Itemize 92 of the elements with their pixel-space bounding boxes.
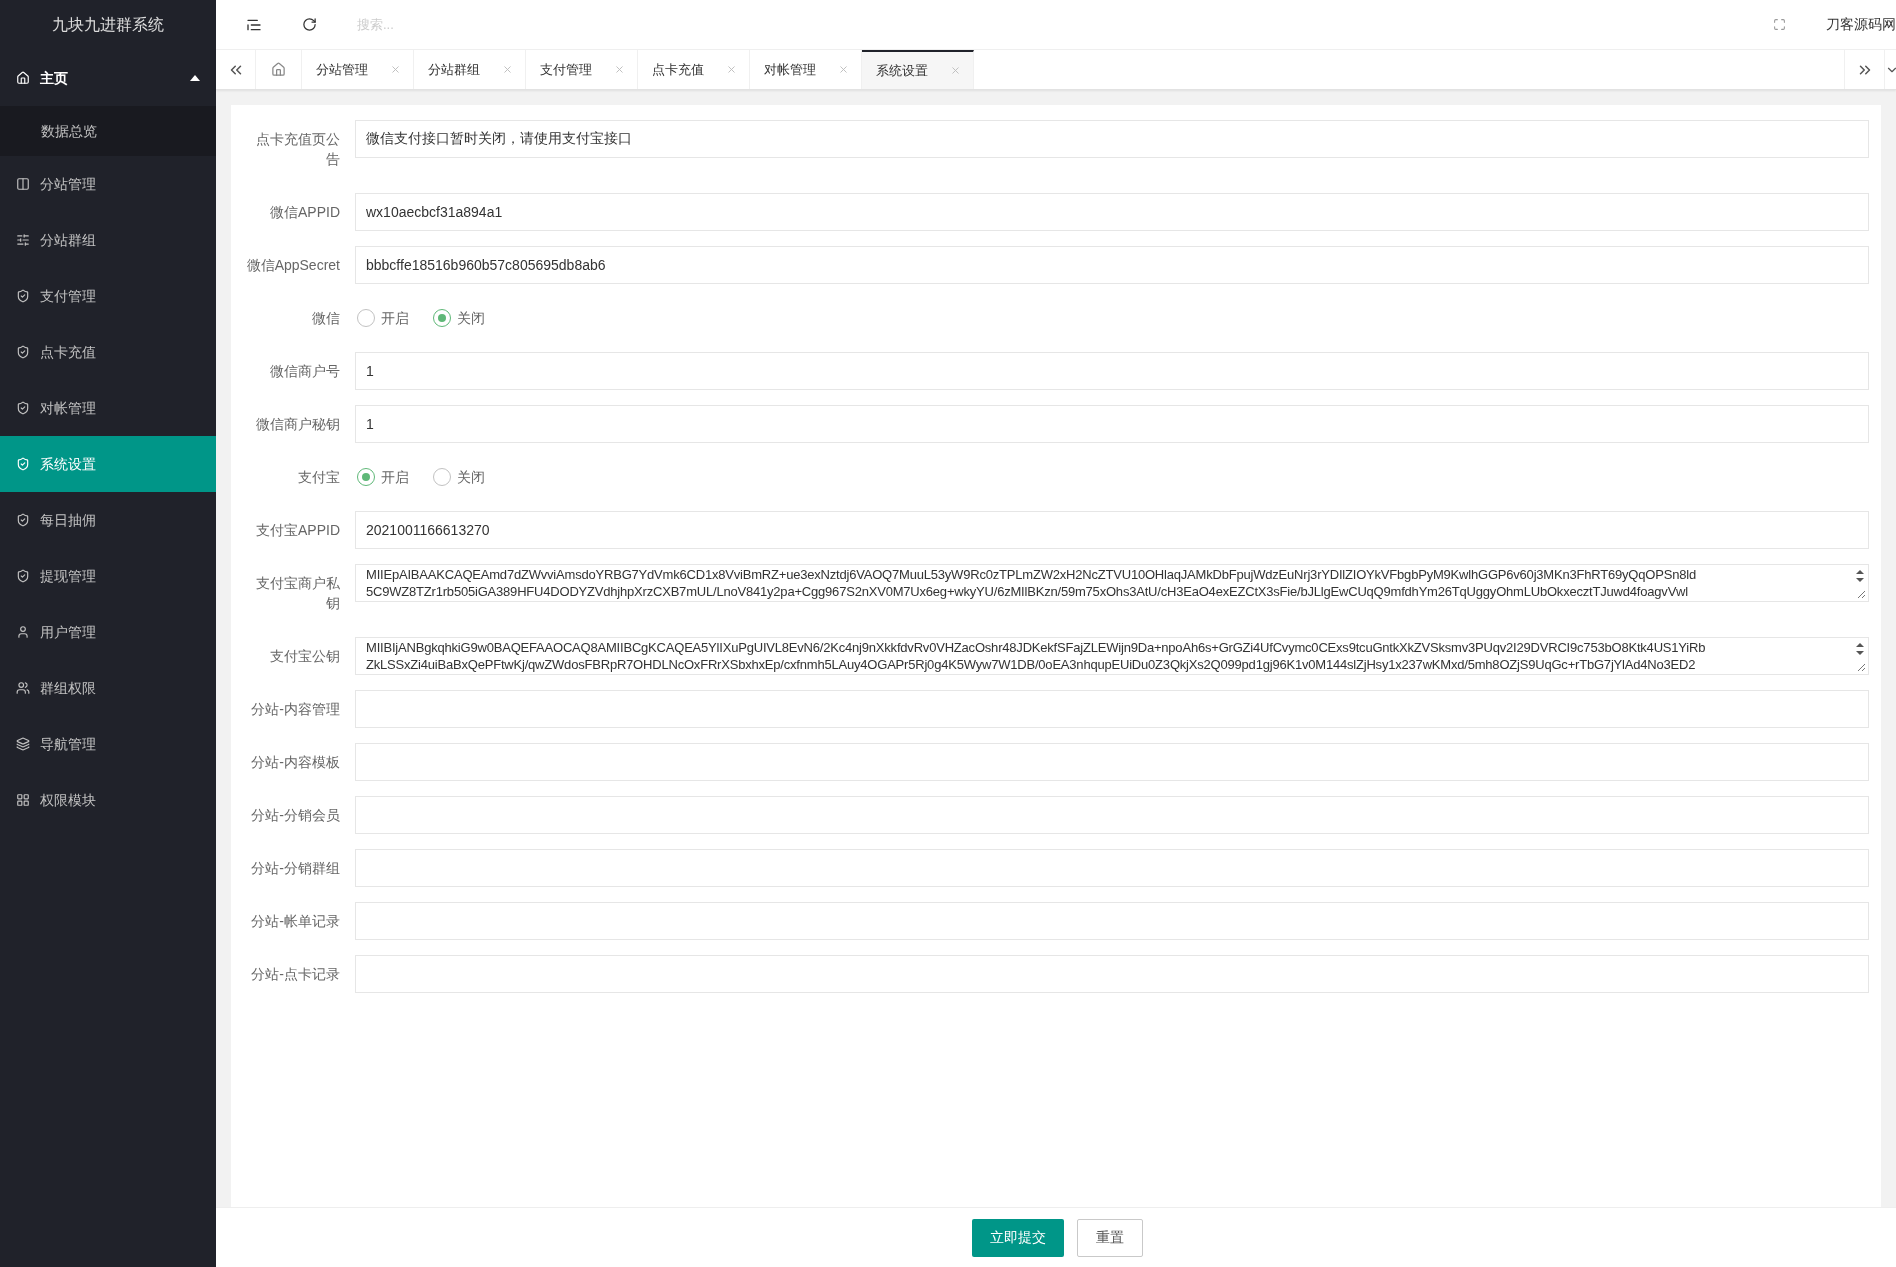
radio-label: 开启: [381, 308, 409, 328]
field-label: 分站-分销群组: [250, 859, 341, 878]
radio-label: 开启: [381, 467, 409, 487]
sidebar-item[interactable]: 分站群组: [0, 212, 216, 268]
input-field[interactable]: 1: [355, 352, 1869, 390]
close-icon[interactable]: [390, 64, 401, 75]
sidebar-item[interactable]: 权限模块: [0, 772, 216, 828]
radio-option[interactable]: 关闭: [433, 466, 485, 488]
input-field[interactable]: wx10aecbcf31a894a1: [355, 193, 1869, 231]
more-button[interactable]: [1884, 50, 1896, 89]
sidebar-item[interactable]: 支付管理: [0, 268, 216, 324]
sidebar-subitem[interactable]: 数据总览: [0, 106, 216, 156]
shield-icon: [16, 401, 30, 415]
close-icon[interactable]: [614, 64, 625, 75]
shield-icon: [16, 569, 30, 583]
close-icon[interactable]: [950, 65, 961, 76]
close-icon[interactable]: [726, 64, 737, 75]
textarea-line: ZkLSSxZi4uiBaBxQePFtwKj/qwZWdosFBRpR7OHDLNcOxFRrXSbxhxEp/cxfnmh5LAuy4OGAPr5Rj0g4K5Wyw7W1DB/0oEA3nhqupEUiDu0Z3QkjXs2Q099pd1gj96K1v0M144slZjHsy1x237wKMxd/5mh8OZjS9UqGc+rTbG7jYlAd4No3ED2: [366, 656, 1697, 673]
field-label: 点卡充值页公告: [255, 130, 341, 169]
radio-option[interactable]: 开启: [357, 466, 409, 488]
field-label: 微信AppSecret: [245, 256, 341, 275]
field-label: 支付宝APPID: [255, 521, 341, 540]
field-label: 支付宝: [297, 468, 341, 487]
field-label: 分站-内容模板: [250, 753, 341, 772]
columns-icon: [16, 177, 30, 191]
home-icon: [271, 62, 286, 77]
input-field[interactable]: [355, 743, 1869, 781]
input-field[interactable]: 微信支付接口暂时关闭，请使用支付宝接口: [355, 120, 1869, 158]
tab[interactable]: 支付管理: [526, 50, 638, 89]
field-label: 支付宝商户私钥: [255, 574, 341, 613]
radio-option[interactable]: 关闭: [433, 307, 485, 329]
textarea-line: MIIEpAIBAAKCAQEAmd7dZWvviAmsdoYRBG7YdVmk6CD1x8VviBmRZ+ue3exNztdj6VAOQ7MuuL53yW9Rc0zTPLmZW2xH2NcZTVU10OHlaqJAMkDbFpujWdzEuNrj3rYDIlZIOYkVFbgbPyM9KwlhGGP6v60j3MKn3FhRT69yQqOPSn8ld: [366, 566, 1697, 583]
sidebar-item[interactable]: 点卡充值: [0, 324, 216, 380]
sidebar-item[interactable]: 每日抽佣: [0, 492, 216, 548]
refresh-icon[interactable]: [302, 17, 317, 32]
textarea-line: MIIBIjANBgkqhkiG9w0BAQEFAAOCAQ8AMIIBCgKCAQEA5YlIXuPgUIVL8EvN6/2Kc4nj9nXkkfdvRv0VHZacOshr48JDKekfSFajZLEWijn9Da+npoAh6s+GrGZi4UfCvymc0CExs9tcuGntkXkZVSksmv3PUqv2I29DVRCI9c753bO8Ktk4US1YiRb: [366, 639, 1707, 656]
input-field[interactable]: 1: [355, 405, 1869, 443]
sidebar-item[interactable]: 分站管理: [0, 156, 216, 212]
user-icon: [16, 625, 30, 639]
shield-icon: [16, 345, 30, 359]
tab[interactable]: 分站管理: [302, 50, 414, 89]
shield-icon: [16, 513, 30, 527]
tab[interactable]: 系统设置: [862, 50, 974, 89]
close-icon[interactable]: [838, 64, 849, 75]
input-field[interactable]: [355, 902, 1869, 940]
sidebar-item[interactable]: 主页: [0, 50, 216, 106]
sidebar-item[interactable]: 用户管理: [0, 604, 216, 660]
input-field[interactable]: [355, 849, 1869, 887]
field-label: 微信商户号: [269, 362, 341, 381]
spinner-icon: [1855, 568, 1865, 584]
reset-button[interactable]: 重置: [1077, 1218, 1143, 1257]
field-label: 支付宝公钥: [269, 647, 341, 666]
resize-handle-icon[interactable]: [1856, 662, 1866, 672]
field-label: 微信商户秘钥: [255, 415, 341, 434]
fullscreen-icon[interactable]: [1773, 18, 1786, 31]
app-title: 九块九进群系统: [51, 15, 165, 35]
field-label: 微信: [311, 309, 341, 328]
radio-label: 关闭: [457, 467, 485, 487]
layers-icon: [16, 737, 30, 751]
submit-button[interactable]: 立即提交: [972, 1218, 1064, 1257]
input-field[interactable]: [355, 690, 1869, 728]
tab[interactable]: 分站群组: [414, 50, 526, 89]
field-label: 微信APPID: [269, 203, 341, 222]
textarea-line: 5C9WZ8TZr1rb505iGA389HFU4DODYZVdhjhpXrzCXB7mUL/LnoV841y2pa+Cgg967S2nXV0M7Ux6eg+wkyYU/6zMIlBKzn/59m75xOhs3AtU/cH3EaO4exEZCtX3sFie/bJLlgEwCUqQ9mfdhYm26TqUggyOhmLUbOkxecztTJuwd4foagvVwl: [366, 583, 1689, 600]
field-label: 分站-帐单记录: [250, 912, 341, 931]
field-label: 分站-内容管理: [250, 700, 341, 719]
input-field[interactable]: 2021001166613270: [355, 511, 1869, 549]
grid-icon: [16, 793, 30, 807]
radio-label: 关闭: [457, 308, 485, 328]
close-icon[interactable]: [502, 64, 513, 75]
input-field[interactable]: bbbcffe18516b960b57c805695db8ab6: [355, 246, 1869, 284]
home-icon: [16, 71, 30, 85]
textarea-field[interactable]: [355, 637, 1869, 675]
shield-icon: [16, 289, 30, 303]
input-field[interactable]: [355, 955, 1869, 993]
sidebar-item[interactable]: 对帐管理: [0, 380, 216, 436]
sliders-icon: [16, 233, 30, 247]
user-name[interactable]: 刀客源码网: [1826, 14, 1896, 35]
input-field[interactable]: [355, 796, 1869, 834]
tab[interactable]: 点卡充值: [638, 50, 750, 89]
shield-icon: [16, 457, 30, 471]
sidebar-item[interactable]: 提现管理: [0, 548, 216, 604]
sidebar-item[interactable]: 系统设置: [0, 436, 216, 492]
users-icon: [16, 681, 30, 695]
sidebar-item[interactable]: 群组权限: [0, 660, 216, 716]
field-label: 分站-分销会员: [250, 806, 341, 825]
field-label: 分站-点卡记录: [250, 965, 341, 984]
radio-option[interactable]: 开启: [357, 307, 409, 329]
spinner-icon: [1855, 641, 1865, 657]
resize-handle-icon[interactable]: [1856, 589, 1866, 599]
textarea-field[interactable]: [355, 564, 1869, 602]
sidebar-item[interactable]: 导航管理: [0, 716, 216, 772]
